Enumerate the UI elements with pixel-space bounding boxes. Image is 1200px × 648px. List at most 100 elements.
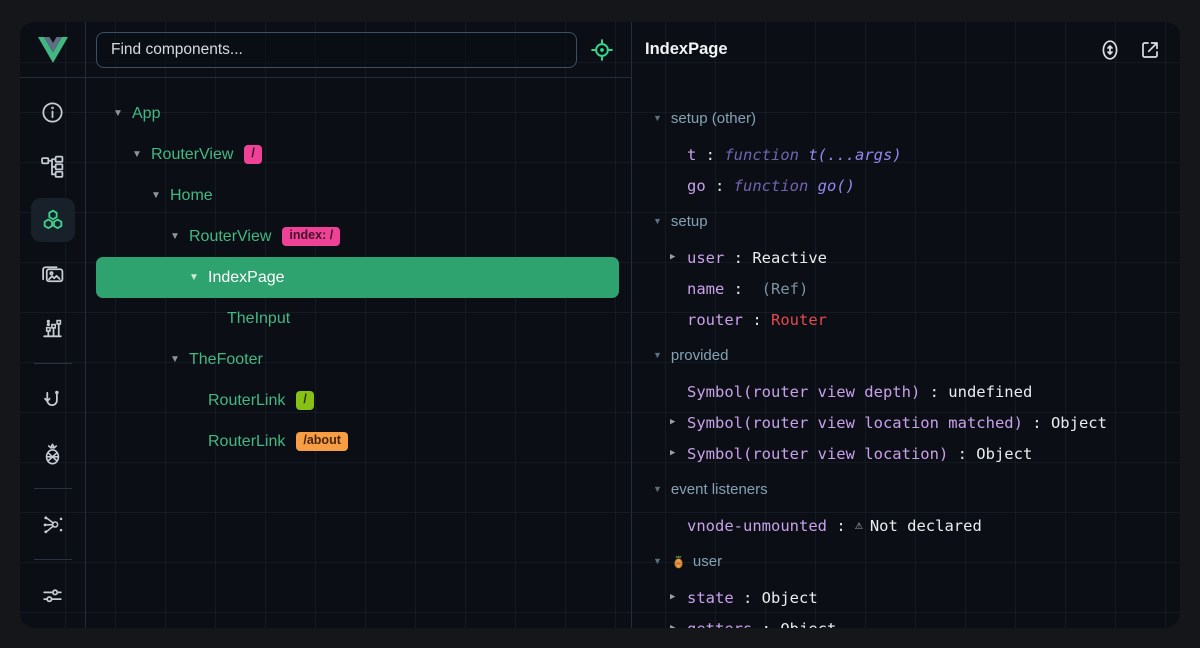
select-component-button[interactable] [585,33,619,67]
section-header-setup-other-[interactable]: ▼ setup (other) [632,103,1180,134]
state-row-getters[interactable]: ▶getters : Object [632,613,1180,628]
sidebar [20,22,86,628]
timeline-icon [40,316,65,341]
search-input[interactable] [96,32,577,68]
settings-icon [40,583,65,608]
row-expander-icon[interactable]: ▶ [670,593,687,602]
component-name: App [132,105,160,123]
graph-icon [40,512,65,537]
sidebar-item-router[interactable] [31,377,75,421]
section-expander-icon[interactable]: ▼ [653,351,662,360]
expander-icon[interactable]: ▼ [189,273,208,283]
expander-icon[interactable]: ▼ [151,191,170,201]
colon: : [696,146,724,164]
state-key: Symbol(router view location) [687,445,948,463]
section-expander-icon[interactable]: ▼ [653,557,662,566]
section-header-user[interactable]: ▼ user [632,546,1180,577]
sidebar-item-settings[interactable] [31,573,75,617]
section-header-provided[interactable]: ▼ provided [632,340,1180,371]
section-header-setup[interactable]: ▼setup [632,206,1180,237]
state-row-symbol-router-view-location-[interactable]: ▶Symbol(router view location) : Object [632,438,1180,469]
section-expander-icon[interactable]: ▼ [653,485,662,494]
inspector-state: ▼setup (other)t : function t(...args)go … [632,77,1180,628]
route-badge: index: / [282,227,340,246]
colon: : [706,177,734,195]
tree-row-home[interactable]: ▼Home [96,175,619,216]
state-key: t [687,146,696,164]
sidebar-icons [20,78,85,628]
tree-row-indexpage[interactable]: ▼IndexPage [96,257,619,298]
section-expander-icon[interactable]: ▼ [653,114,662,123]
sidebar-item-graph[interactable] [31,502,75,546]
component-outline-icon [40,154,65,179]
expander-icon[interactable]: ▼ [113,109,132,119]
open-in-editor-button[interactable] [1138,38,1162,62]
sidebar-item-pinia[interactable] [31,431,75,475]
expander-icon[interactable]: ▼ [170,232,189,242]
router-icon [40,387,65,412]
sidebar-item-pages[interactable] [31,252,75,296]
state-value: Reactive [752,249,827,267]
expander-icon[interactable]: ▼ [170,355,189,365]
state-row-symbol-router-view-depth-: Symbol(router view depth) : undefined [632,376,1180,407]
tree-row-theinput[interactable]: TheInput [96,298,619,339]
components-toolbar [86,22,631,78]
tree-row-app[interactable]: ▼App [96,93,619,134]
state-value: function [734,177,818,195]
sidebar-bottom-group [31,556,75,617]
section-label: user [693,553,722,570]
row-expander-icon[interactable]: ▶ [670,418,687,427]
tree-row-routerview[interactable]: ▼RouterView/ [96,134,619,175]
state-key: user [687,249,724,267]
state-key: Symbol(router view location matched) [687,414,1023,432]
state-value: function [724,146,808,164]
row-expander-icon[interactable]: ▶ [670,449,687,458]
section-header-event-listeners[interactable]: ▼ event listeners [632,474,1180,505]
component-name: Home [170,187,213,205]
inspector-header: IndexPage [632,22,1180,77]
tree-row-routerlink[interactable]: RouterLink/about [96,421,619,462]
section-label: setup (other) [671,110,756,127]
sidebar-divider [34,559,72,560]
state-key: getters [687,620,752,629]
scroll-to-component-button[interactable] [1098,37,1122,63]
colon: : [1023,414,1051,432]
state-value: Object [976,445,1032,463]
state-row-user[interactable]: ▶user : Reactive [632,242,1180,273]
state-row-state[interactable]: ▶state : Object [632,582,1180,613]
warning-icon: ⚠ [855,518,863,533]
state-row-vnode-unmounted: vnode-unmounted : ⚠Not declared [632,510,1180,541]
open-in-editor-icon [1138,38,1162,62]
sidebar-item-components[interactable] [31,198,75,242]
state-key: vnode-unmounted [687,517,827,535]
tree-row-routerview[interactable]: ▼RouterViewindex: / [96,216,619,257]
sidebar-item-info[interactable] [31,90,75,134]
component-tree: ▼App▼RouterView/▼Home▼RouterViewindex: /… [86,78,631,628]
sidebar-divider [34,363,72,364]
state-row-name: name : (Ref) [632,273,1180,304]
tree-row-thefooter[interactable]: ▼TheFooter [96,339,619,380]
sidebar-item-component-outline[interactable] [31,144,75,188]
tree-row-routerlink[interactable]: RouterLink/ [96,380,619,421]
colon: : [734,589,762,607]
expander-icon[interactable]: ▼ [132,150,151,160]
section-label: event listeners [671,481,768,498]
state-key: router [687,311,743,329]
state-row-t: t : function t(...args) [632,139,1180,170]
pages-icon [40,262,65,287]
component-name: TheFooter [189,351,263,369]
devtools-window: ▼App▼RouterView/▼Home▼RouterViewindex: /… [20,22,1180,628]
component-name: TheInput [227,310,290,328]
section-label: provided [671,347,729,364]
row-expander-icon[interactable]: ▶ [670,253,687,262]
sidebar-item-timeline[interactable] [31,306,75,350]
sidebar-divider [34,488,72,489]
row-expander-icon[interactable]: ▶ [670,624,687,628]
section-expander-icon[interactable]: ▼ [653,217,662,226]
state-row-symbol-router-view-location-matched-[interactable]: ▶Symbol(router view location matched) : … [632,407,1180,438]
state-value: undefined [948,383,1032,401]
colon: : [724,280,752,298]
colon: : [948,445,976,463]
target-icon [589,37,615,63]
state-key: name [687,280,724,298]
